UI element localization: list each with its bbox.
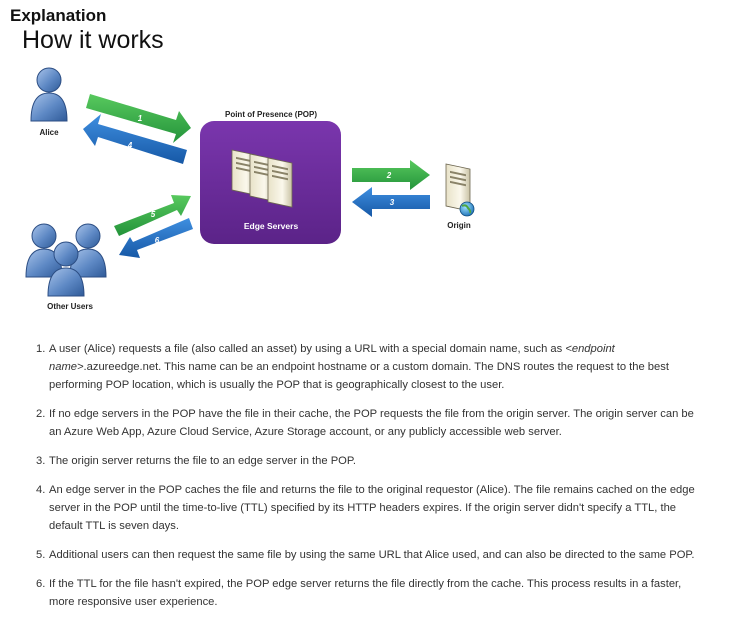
arrow-label-2: 2 [386,171,392,180]
step-text: Additional users can then request the sa… [49,549,695,561]
edge-servers-label: Edge Servers [244,221,299,231]
arrow-label-3: 3 [390,198,395,207]
alice-label: Alice [39,128,59,137]
list-item: 2. If no edge servers in the POP have th… [36,405,696,441]
list-item: 5. Additional users can then request the… [36,546,696,564]
step-number: 5. [36,549,46,561]
arrow-label-5: 5 [151,210,156,219]
step-number: 1. [36,343,46,355]
arrow-3: 3 [352,187,430,217]
step-text: A user (Alice) requests a file (also cal… [49,343,566,355]
step-text: An edge server in the POP caches the fil… [49,484,695,532]
arrow-2: 2 [352,160,430,190]
step-number: 4. [36,484,46,496]
list-item: 3. The origin server returns the file to… [36,452,696,470]
user-group-icon [25,223,107,297]
origin-label: Origin [447,221,471,230]
arrow-label-1: 1 [138,114,143,123]
user-icon [30,67,68,122]
step-number: 2. [36,408,46,420]
step-text-continued: .azureedge.net. This name can be an endp… [49,361,669,391]
arrow-label-6: 6 [155,236,160,245]
step-number: 3. [36,455,46,467]
cdn-diagram: Alice Other Users Point of Presence (POP… [25,67,475,311]
step-number: 6. [36,578,46,590]
step-text: The origin server returns the file to an… [49,455,356,467]
list-item: 4. An edge server in the POP caches the … [36,481,696,535]
list-item: 6. If the TTL for the file hasn't expire… [36,575,696,611]
arrow-label-4: 4 [127,141,133,150]
steps-list: 1. A user (Alice) requests a file (also … [36,340,696,622]
list-item: 1. A user (Alice) requests a file (also … [36,340,696,394]
step-text: If the TTL for the file hasn't expired, … [49,578,682,608]
origin-server-icon [445,163,475,217]
pop-label: Point of Presence (POP) [225,110,317,119]
step-text: If no edge servers in the POP have the f… [49,408,694,438]
other-users-label: Other Users [47,302,93,311]
